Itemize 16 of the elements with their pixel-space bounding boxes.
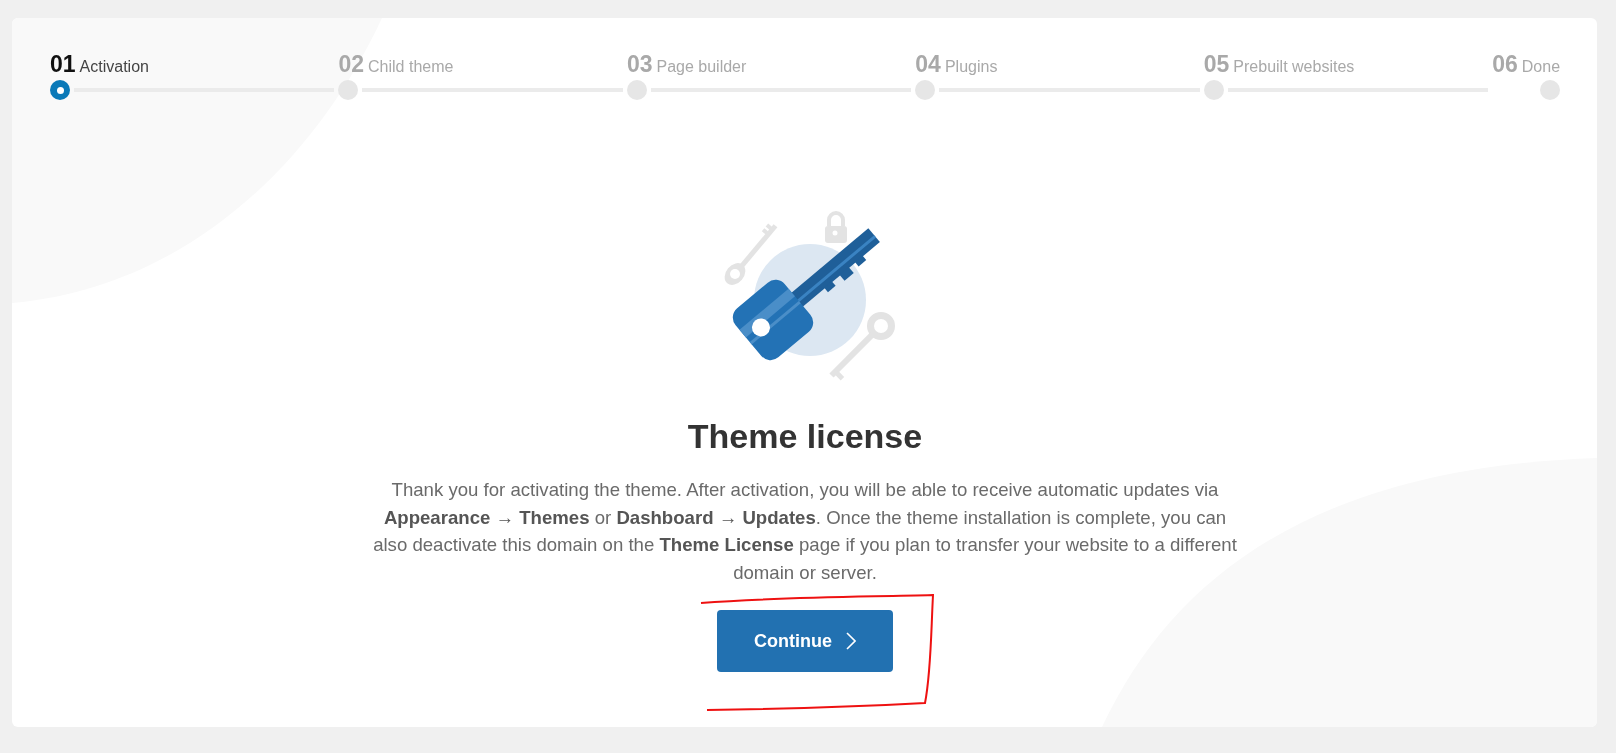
step-number: 03 — [626, 51, 653, 78]
step-number: 05 — [1203, 51, 1230, 78]
step-label: Done — [1521, 58, 1561, 76]
page-title: Theme license — [687, 416, 923, 456]
step-label: Plugins — [944, 58, 998, 76]
step-number: 04 — [915, 51, 941, 78]
step-label: Prebuilt websites — [1233, 58, 1355, 76]
step-label: Page builder — [656, 58, 747, 76]
step-number: 02 — [338, 51, 365, 78]
step-label: Child theme — [368, 58, 454, 76]
continue-button[interactable]: Continue — [717, 610, 893, 672]
description-text: Thank you for activating the theme. After activation, you will be able to receive automatic updates via Appearance → Themes or Dashboard → Updates. Once the theme installation is complete, you can also deactivate this domain on the Theme License page if you plan to transfer your website to a different domain or server. — [372, 478, 1238, 585]
chevron-right-icon — [846, 632, 856, 650]
step-label: Activation — [79, 58, 149, 76]
step-number: 01 — [50, 51, 76, 78]
step-number: 06 — [1492, 51, 1518, 78]
